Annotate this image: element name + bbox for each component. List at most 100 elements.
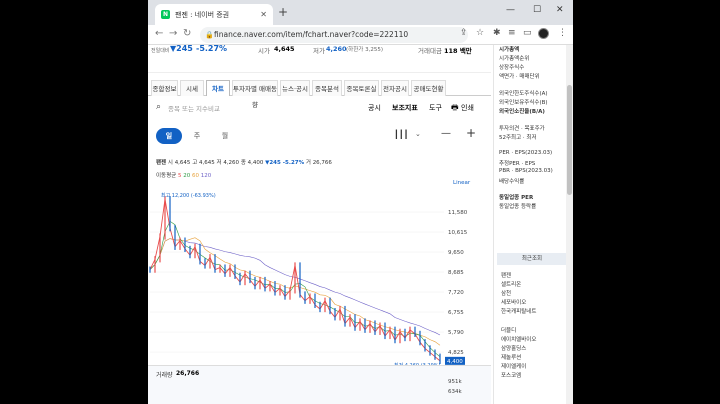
recent-item[interactable]: 포스코엠 [501, 371, 521, 379]
scrollbar[interactable] [566, 45, 573, 404]
scrollbar-thumb[interactable] [567, 85, 572, 195]
open-value: 4,645 [274, 45, 295, 53]
recent-item[interactable]: 팬젠 [501, 271, 511, 279]
change-value: ▼245 [170, 45, 193, 53]
period-0[interactable]: 일 [156, 128, 182, 144]
zoom-in-icon[interactable]: + [466, 126, 476, 140]
side-item-14: 동일업종 등락률 [499, 204, 537, 210]
side-item-6: 외국인소진율(B/A) [499, 109, 545, 115]
price-chart[interactable]: 11,580 10,615 9,650 8,685 7,720 6,755 5,790 4,8… [148, 185, 491, 370]
change-percent: -5.27% [196, 45, 228, 53]
trade-value-label: 거래대금 [418, 47, 442, 55]
y-tick-label: 7,720 [448, 290, 464, 296]
reading-list-icon[interactable]: ≡ [508, 28, 516, 38]
browser-tab[interactable]: N 팬젠 : 네이버 증권 ✕ [155, 4, 273, 25]
zoom-out-icon[interactable]: — [441, 128, 451, 139]
y-tick-label: 6,755 [448, 310, 464, 316]
share-icon[interactable]: ⇪ [460, 28, 468, 38]
ma-20: 20 [183, 173, 191, 179]
ohlc-open: 4,645 [174, 160, 191, 166]
minimize-icon[interactable]: — [506, 5, 515, 15]
ohlc-close-label: 종 [240, 160, 246, 166]
print-icon[interactable]: 🖶 [451, 102, 459, 116]
stock-info-sidebar: 시가총액 시가총액순위 상장주식수 액면가 · 매매단위 외국인한도주식수(A) 외국인보… [493, 45, 573, 404]
side-item-10: 추정PER · EPS [499, 161, 536, 167]
page-tab-0[interactable]: 종합정보 [151, 80, 178, 96]
reload-icon[interactable]: ↻ [183, 28, 191, 39]
main-area: 전일대비 ▼245 -5.27% 시가 4,645 저가 4,260 (하한가 … [148, 45, 491, 404]
tab-bar: N 팬젠 : 네이버 증권 ✕ + — ☐ ✕ [148, 0, 573, 25]
recent-item[interactable]: 제이엘케이 [501, 362, 526, 370]
price-summary: 전일대비 ▼245 -5.27% 시가 4,645 저가 4,260 (하한가 … [148, 45, 491, 73]
recent-item[interactable]: 더블디 [501, 326, 516, 334]
page-tab-6[interactable]: 종목토론실 [344, 80, 379, 96]
search-icon: ⌕ [156, 102, 162, 112]
recent-item[interactable]: 셀트리온 [501, 280, 521, 288]
side-item-2: 상장주식수 [499, 65, 525, 71]
page-tab-5[interactable]: 종목분석 [312, 80, 342, 96]
current-price-label: 4,400 [447, 359, 463, 365]
print-button[interactable]: 인쇄 [461, 103, 474, 113]
low-label: 저가 [313, 47, 325, 55]
recent-item[interactable]: 삼양홀딩스 [501, 344, 526, 352]
page-tab-8[interactable]: 공매도현황 [411, 80, 446, 96]
ma-label: 이동평균 [156, 173, 177, 179]
recent-item[interactable]: 삼천 [501, 289, 511, 297]
y-tick-label: 11,580 [448, 210, 468, 216]
volume-tick-2: 634k [448, 389, 462, 395]
volume-value: 26,766 [176, 370, 200, 377]
side-item-11: PBR · BPS(2023.03) [499, 168, 553, 174]
y-tick-label: 8,685 [448, 270, 464, 276]
open-label: 시가 [258, 47, 270, 55]
ohlc-low: 4,260 [223, 160, 240, 166]
profile-avatar[interactable] [538, 28, 549, 39]
side-item-1: 시가총액순위 [499, 56, 530, 62]
side-item-7: 투자의견 · 목표주가 [499, 126, 545, 132]
recent-item[interactable]: 세포바이오 [501, 298, 526, 306]
y-tick-label: 4,825 [448, 350, 464, 356]
page-tabs: 종합정보 시세 차트 투자자별 매매동향 뉴스·공시 종목분석 종목토론실 전자공시 공매도현황 [148, 78, 491, 109]
chart-toolbar: ⌕ 종목 또는 지수비교 공시 보조지표 도구 🖶 인쇄 [148, 101, 491, 117]
side-item-3: 액면가 · 매매단위 [499, 74, 540, 80]
back-icon[interactable]: ← [155, 28, 163, 39]
ohlc-open-label: 시 [167, 160, 173, 166]
recent-item[interactable]: 제놀루션 [501, 353, 521, 361]
recent-item[interactable]: 한국캐피탈네트 [501, 307, 536, 315]
page-tab-4[interactable]: 뉴스·공시 [280, 80, 310, 96]
ohlc-readout: 팬젠 시 4,645 고 4,645 저 4,260 종 4,400 ▼245 … [156, 158, 332, 166]
lock-icon: 🔒 [205, 31, 214, 39]
ohlc-high-label: 고 [192, 160, 198, 166]
maximize-icon[interactable]: ☐ [533, 5, 541, 15]
ohlc-name: 팬젠 [156, 160, 167, 166]
candle-type-icon[interactable]: ┃┃┃ [394, 130, 408, 139]
page-tab-2[interactable]: 차트 [206, 80, 230, 96]
indicators-button[interactable]: 보조지표 [392, 103, 418, 113]
chevron-down-icon[interactable]: ⌄ [415, 130, 421, 138]
notice-button[interactable]: 공시 [368, 103, 381, 113]
menu-icon[interactable]: ⋮ [558, 28, 567, 38]
trade-value: 118 백만 [444, 47, 472, 55]
side-item-5: 외국인보유주식수(B) [499, 100, 548, 106]
close-window-icon[interactable]: ✕ [556, 5, 564, 15]
close-tab-icon[interactable]: ✕ [260, 10, 267, 19]
ohlc-high: 4,645 [199, 160, 215, 166]
page-tab-7[interactable]: 전자공시 [381, 80, 409, 96]
side-item-12: 배당수익률 [499, 179, 525, 185]
extensions-icon[interactable]: ✱ [493, 28, 501, 38]
period-2[interactable]: 월 [212, 128, 238, 144]
tab-title: 팬젠 : 네이버 증권 [175, 10, 230, 19]
url-input[interactable]: 🔒 finance.naver.com/item/fchart.naver?co… [200, 27, 468, 43]
volume-tick-1: 951k [448, 379, 462, 385]
recent-item[interactable]: 에이치엘바이오 [501, 335, 536, 343]
period-1[interactable]: 주 [184, 128, 210, 144]
page-tab-3[interactable]: 투자자별 매매동향 [232, 80, 278, 109]
page-tab-1[interactable]: 시세 [180, 80, 204, 96]
bookmark-star-icon[interactable]: ☆ [476, 28, 484, 38]
sidepanel-icon[interactable]: ▭ [523, 28, 532, 38]
ma-120: 120 [200, 173, 212, 179]
ohlc-close: 4,400 [247, 160, 264, 166]
draw-tools-button[interactable]: 도구 [429, 103, 442, 113]
compare-search-input[interactable]: 종목 또는 지수비교 [168, 103, 220, 113]
forward-icon[interactable]: → [169, 28, 177, 39]
new-tab-button[interactable]: + [278, 5, 288, 19]
